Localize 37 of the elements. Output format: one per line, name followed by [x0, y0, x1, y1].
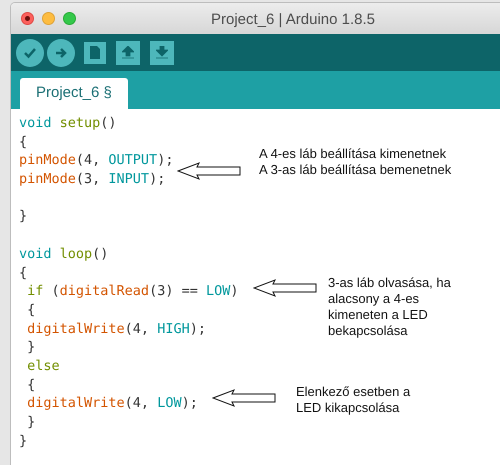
editor-tab[interactable]: Project_6 §	[20, 78, 128, 109]
left-arrow-icon	[177, 162, 241, 180]
code-line: else	[26, 356, 60, 376]
zoom-button[interactable]	[63, 12, 76, 25]
code-line: {	[26, 376, 36, 394]
code-line: pinMode(4, OUTPUT);	[19, 151, 174, 170]
code-line: }	[26, 338, 36, 357]
code-line: {	[19, 264, 28, 282]
minimize-button[interactable]	[42, 12, 55, 25]
code-line: {	[19, 132, 28, 152]
annotation-text: Elenkező esetben a LED kikapcsolása	[296, 384, 410, 416]
down-arrow-icon	[156, 46, 168, 59]
code-line: if (digitalRead(3) == LOW)	[26, 282, 238, 301]
annotation-text: A 4-es láb beállítása kimenetnek A 3-as láb beállítása bemenetnek	[259, 146, 452, 178]
left-arrow-icon	[212, 389, 276, 407]
check-icon	[23, 46, 37, 58]
left-arrow-icon	[253, 279, 317, 297]
right-arrow-icon	[55, 46, 67, 58]
save-button[interactable]	[150, 40, 174, 64]
code-line: pinMode(3, INPUT);	[19, 170, 166, 189]
code-line: void loop()	[19, 244, 108, 264]
code-line: }	[19, 207, 28, 226]
code-line: {	[26, 300, 36, 320]
verify-button[interactable]	[16, 38, 44, 66]
code-line: void setup()	[19, 114, 117, 133]
document-icon	[90, 46, 100, 59]
upload-button[interactable]	[47, 38, 75, 66]
code-line: }	[19, 432, 28, 450]
close-button[interactable]	[21, 12, 34, 25]
code-line: }	[26, 413, 36, 432]
annotation-text: 3-as láb olvasása, ha alacsony a 4-es kimeneten a LED bekapcsolása	[328, 275, 451, 339]
up-arrow-icon	[122, 46, 134, 59]
code-line: digitalWrite(4, LOW);	[26, 394, 198, 413]
new-button[interactable]	[84, 42, 106, 64]
open-button[interactable]	[116, 40, 140, 64]
window-title: Project_6 | Arduino 1.8.5	[211, 10, 376, 30]
code-line: digitalWrite(4, HIGH);	[26, 320, 206, 338]
